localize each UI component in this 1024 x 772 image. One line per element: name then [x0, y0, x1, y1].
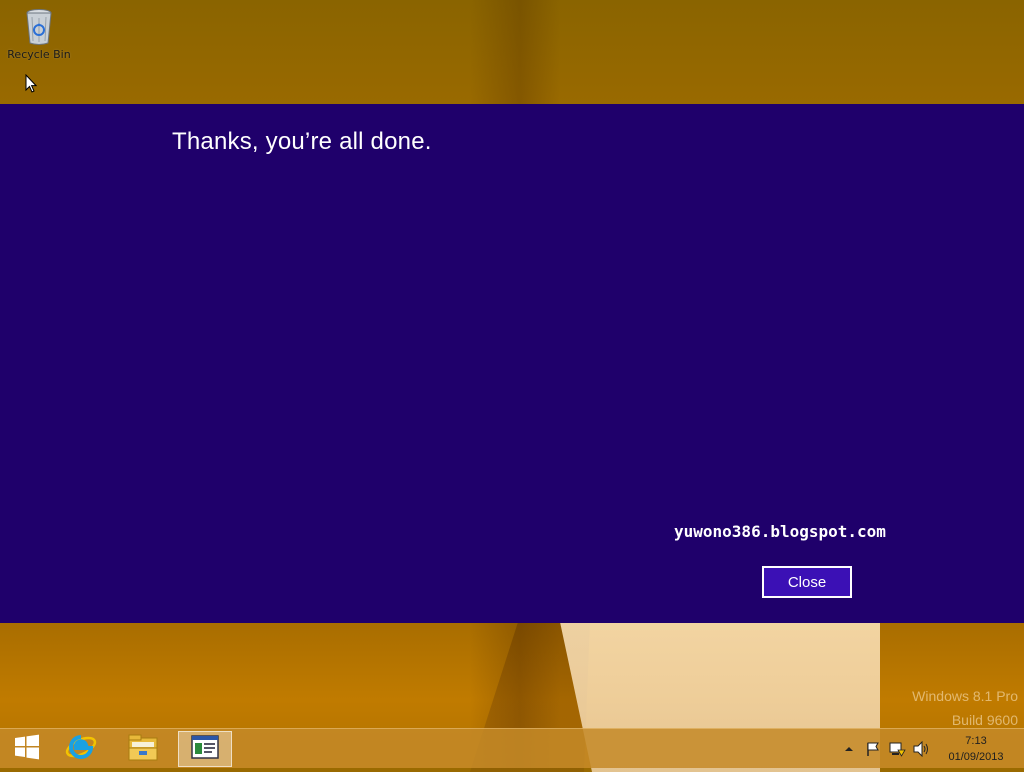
dialog-title: Thanks, you’re all done. — [172, 128, 432, 155]
os-version-watermark: Windows 8.1 Pro Build 9600 — [912, 684, 1018, 732]
system-tray — [840, 729, 930, 769]
start-button[interactable] — [0, 731, 54, 767]
blog-watermark: yuwono386.blogspot.com — [674, 522, 886, 541]
network-icon[interactable] — [888, 740, 906, 758]
desktop-icon-label: Recycle Bin — [7, 48, 71, 61]
mouse-cursor-icon — [25, 73, 38, 97]
taskbar-internet-explorer[interactable] — [54, 731, 108, 767]
taskbar-active-app[interactable] — [178, 731, 232, 767]
setup-complete-dialog: Thanks, you’re all done. yuwono386.blogs… — [0, 104, 1024, 623]
show-hidden-icons-icon[interactable] — [840, 740, 858, 758]
taskbar-file-explorer[interactable] — [116, 731, 170, 767]
file-explorer-icon — [127, 732, 159, 766]
taskbar-clock[interactable]: 7:13 01/09/2013 — [940, 733, 1012, 765]
clock-date: 01/09/2013 — [948, 751, 1004, 763]
app-window-icon — [191, 735, 219, 763]
recycle-bin-icon — [25, 8, 53, 46]
volume-icon[interactable] — [912, 740, 930, 758]
internet-explorer-icon — [65, 731, 97, 767]
windows-start-icon — [14, 734, 40, 764]
close-button[interactable]: Close — [762, 566, 852, 598]
taskbar: 7:13 01/09/2013 — [0, 728, 1024, 768]
clock-time: 7:13 — [965, 735, 987, 747]
action-center-flag-icon[interactable] — [864, 740, 882, 758]
desktop-icon-recycle-bin[interactable]: Recycle Bin — [6, 8, 72, 61]
os-edition-label: Windows 8.1 Pro — [912, 688, 1018, 704]
